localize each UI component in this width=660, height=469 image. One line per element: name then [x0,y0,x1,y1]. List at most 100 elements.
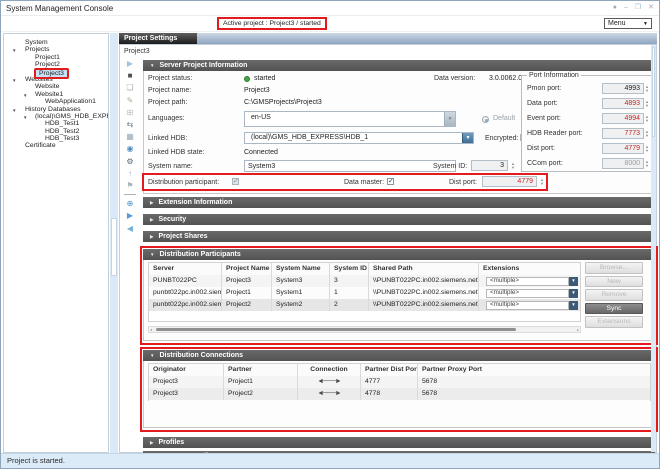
forward-icon[interactable]: ▶ [127,211,133,220]
spinner-icon[interactable]: ▲▼ [645,85,649,93]
tree-item-project1[interactable]: Project1 [4,54,108,61]
chevron-down-icon[interactable]: ▼ [462,133,473,143]
start-icon[interactable]: ▶ [127,59,133,68]
spinner-icon[interactable]: ▲▼ [511,162,515,170]
ccom-port-value: 8000 [602,158,644,169]
back-icon[interactable]: ◀ [127,224,133,233]
tree-item-project3-selected[interactable]: Project3 [4,69,108,76]
save-icon[interactable]: ▦ [126,132,134,141]
tree-item-history-databases[interactable]: ▼History Databases [4,106,108,113]
chevron-down-icon[interactable]: ▼ [444,112,455,126]
spinner-icon[interactable]: ▲▼ [645,115,649,123]
event-port-label: Event port: [527,115,561,122]
tree-item-webapplication1[interactable]: WebApplication1 [4,98,108,105]
close-button[interactable]: ✕ [648,4,654,12]
spinner-icon[interactable]: ▲▼ [645,130,649,138]
upload-icon[interactable]: ↑ [128,169,132,178]
spinner-icon[interactable]: ▲▼ [540,178,544,186]
system-name-input[interactable] [244,160,456,172]
settings-icon[interactable]: ⚙ [126,157,133,166]
table-row[interactable]: PUNBT022PC Project3 System3 3 \\PUNBT022… [149,275,580,287]
tree-item-website1[interactable]: ▼Website1 [4,91,108,98]
hdb-reader-port-value: 7773 [602,128,644,139]
spinner-icon[interactable]: ▲▼ [645,160,649,168]
distribution-participant-checkbox[interactable] [232,178,239,185]
port-information-title: Port Information [527,72,581,79]
chevron-down-icon[interactable]: ▼ [569,277,578,286]
chevron-right-icon: ▶ [150,197,153,208]
tree-item-project2[interactable]: Project2 [4,61,108,68]
sidebar-scrollbar[interactable] [110,33,118,453]
extensions-dropdown[interactable]: <multiple> [486,277,569,286]
sync-button[interactable]: Sync [585,303,643,315]
menu-dropdown[interactable]: Menu ▼ [604,18,652,29]
chevron-down-icon[interactable]: ▼ [569,301,578,310]
table-row[interactable]: punbt022pc.in002.siemer Project1 System1… [149,287,580,299]
pmon-port-label: Pmon port: [527,85,561,92]
chevron-down-icon: ▼ [643,21,648,27]
panel-header-server-project-information[interactable]: ▼ Server Project Information [143,60,655,71]
panel-header-security[interactable]: ▶Security [143,214,655,225]
edit-icon[interactable]: ✎ [127,96,134,105]
new-button[interactable]: New [585,276,643,288]
participants-buttons: Browse... New Remove Sync Extensions [585,262,643,328]
add-icon[interactable]: ⊕ [127,199,134,208]
default-label: Default [493,115,515,122]
compare-icon[interactable]: ⇆ [127,120,134,129]
tree-item-hdb-test2[interactable]: HDB_Test2 [4,128,108,135]
table-row[interactable]: Project3 Project1 ◄───► 4777 5678 [149,376,650,388]
panel-header-extension-information[interactable]: ▶Extension Information [143,197,655,208]
toolbar-divider [124,194,136,195]
chevron-down-icon[interactable]: ▼ [569,289,578,298]
connections-table-header: Originator Partner Connection Partner Di… [149,364,650,376]
panel-header-profiles[interactable]: ▶Profiles [143,437,655,448]
panel-header-distribution-connections[interactable]: ▼ Distribution Connections [143,350,655,361]
languages-listbox[interactable]: en-US ▼ [244,111,456,127]
tree-item-gms-hdb-express[interactable]: ▼(local)\GMS_HDB_EXPRESS [4,113,108,120]
document-icon[interactable]: ❏ [126,83,133,92]
browse-button[interactable]: Browse... [585,262,643,274]
extensions-dropdown[interactable]: <multiple> [486,289,569,298]
table-row[interactable]: Project3 Project2 ◄───► 4778 5678 [149,388,650,400]
minimize-button[interactable]: – [624,4,628,12]
data-master-checkbox[interactable] [387,178,394,185]
system-id-label: System ID: [433,163,467,170]
copy-icon[interactable]: ⊞ [127,108,134,117]
panel-header-project-shares[interactable]: ▶Project Shares [143,231,655,242]
table-row[interactable]: punbt022pc.in002.siemer Project2 System2… [149,299,580,311]
pin-icon[interactable]: ⚑ [126,181,133,190]
dist-port-info-label: Dist port: [527,145,555,152]
distribution-connections-annotation: ▼ Distribution Connections Originator Pa… [140,347,658,432]
extensions-dropdown[interactable]: <multiple> [486,301,569,310]
scrollbar-thumb[interactable] [111,218,117,276]
vertical-toolbar: ▶ ■ ❏ ✎ ⊞ ⇆ ▦ ◉ ⚙ ↑ ⚑ ⊕ ▶ ◀ [120,59,140,233]
scrollbar-thumb[interactable] [156,328,516,331]
main-scrollbar[interactable] [651,45,656,452]
extensions-button[interactable]: Extensions [585,316,643,328]
spinner-icon[interactable]: ▲▼ [645,145,649,153]
tree-item-system[interactable]: System [4,39,108,46]
tree-item-projects[interactable]: ▼Projects [4,46,108,53]
tree-item-hdb-test3[interactable]: HDB_Test3 [4,135,108,142]
panel-header-distribution-participants[interactable]: ▼ Distribution Participants [143,249,655,260]
spinner-icon[interactable]: ▲▼ [645,100,649,108]
scrollbar-thumb[interactable] [652,47,655,137]
stop-icon[interactable]: ■ [128,71,133,80]
distribution-participant-label: Distribution participant: [148,179,219,186]
linked-hdb-combobox[interactable]: (local)\GMS_HDB_EXPRESS\HDB_1 ▼ [244,132,474,144]
horizontal-scrollbar[interactable]: ◂▸ [148,326,581,333]
status-bar: Project is started. [1,453,659,468]
remove-button[interactable]: Remove [585,289,643,301]
status-text: Project is started. [7,456,65,465]
project-status-value: started [254,75,275,82]
bidirectional-arrow-icon: ◄───► [297,388,360,400]
tree-item-certificate[interactable]: Certificate [4,142,108,149]
default-radio[interactable] [482,116,489,123]
maximize-button[interactable]: ❐ [635,4,641,12]
tree-item-hdb-test1[interactable]: HDB_Test1 [4,120,108,127]
languages-label: Languages: [148,115,185,122]
tree-item-website[interactable]: Website [4,83,108,90]
target-icon[interactable]: ◉ [127,144,134,153]
menu-bar: Active project : Project3 / started Menu… [1,16,659,32]
tab-project-settings[interactable]: Project Settings [119,33,197,44]
